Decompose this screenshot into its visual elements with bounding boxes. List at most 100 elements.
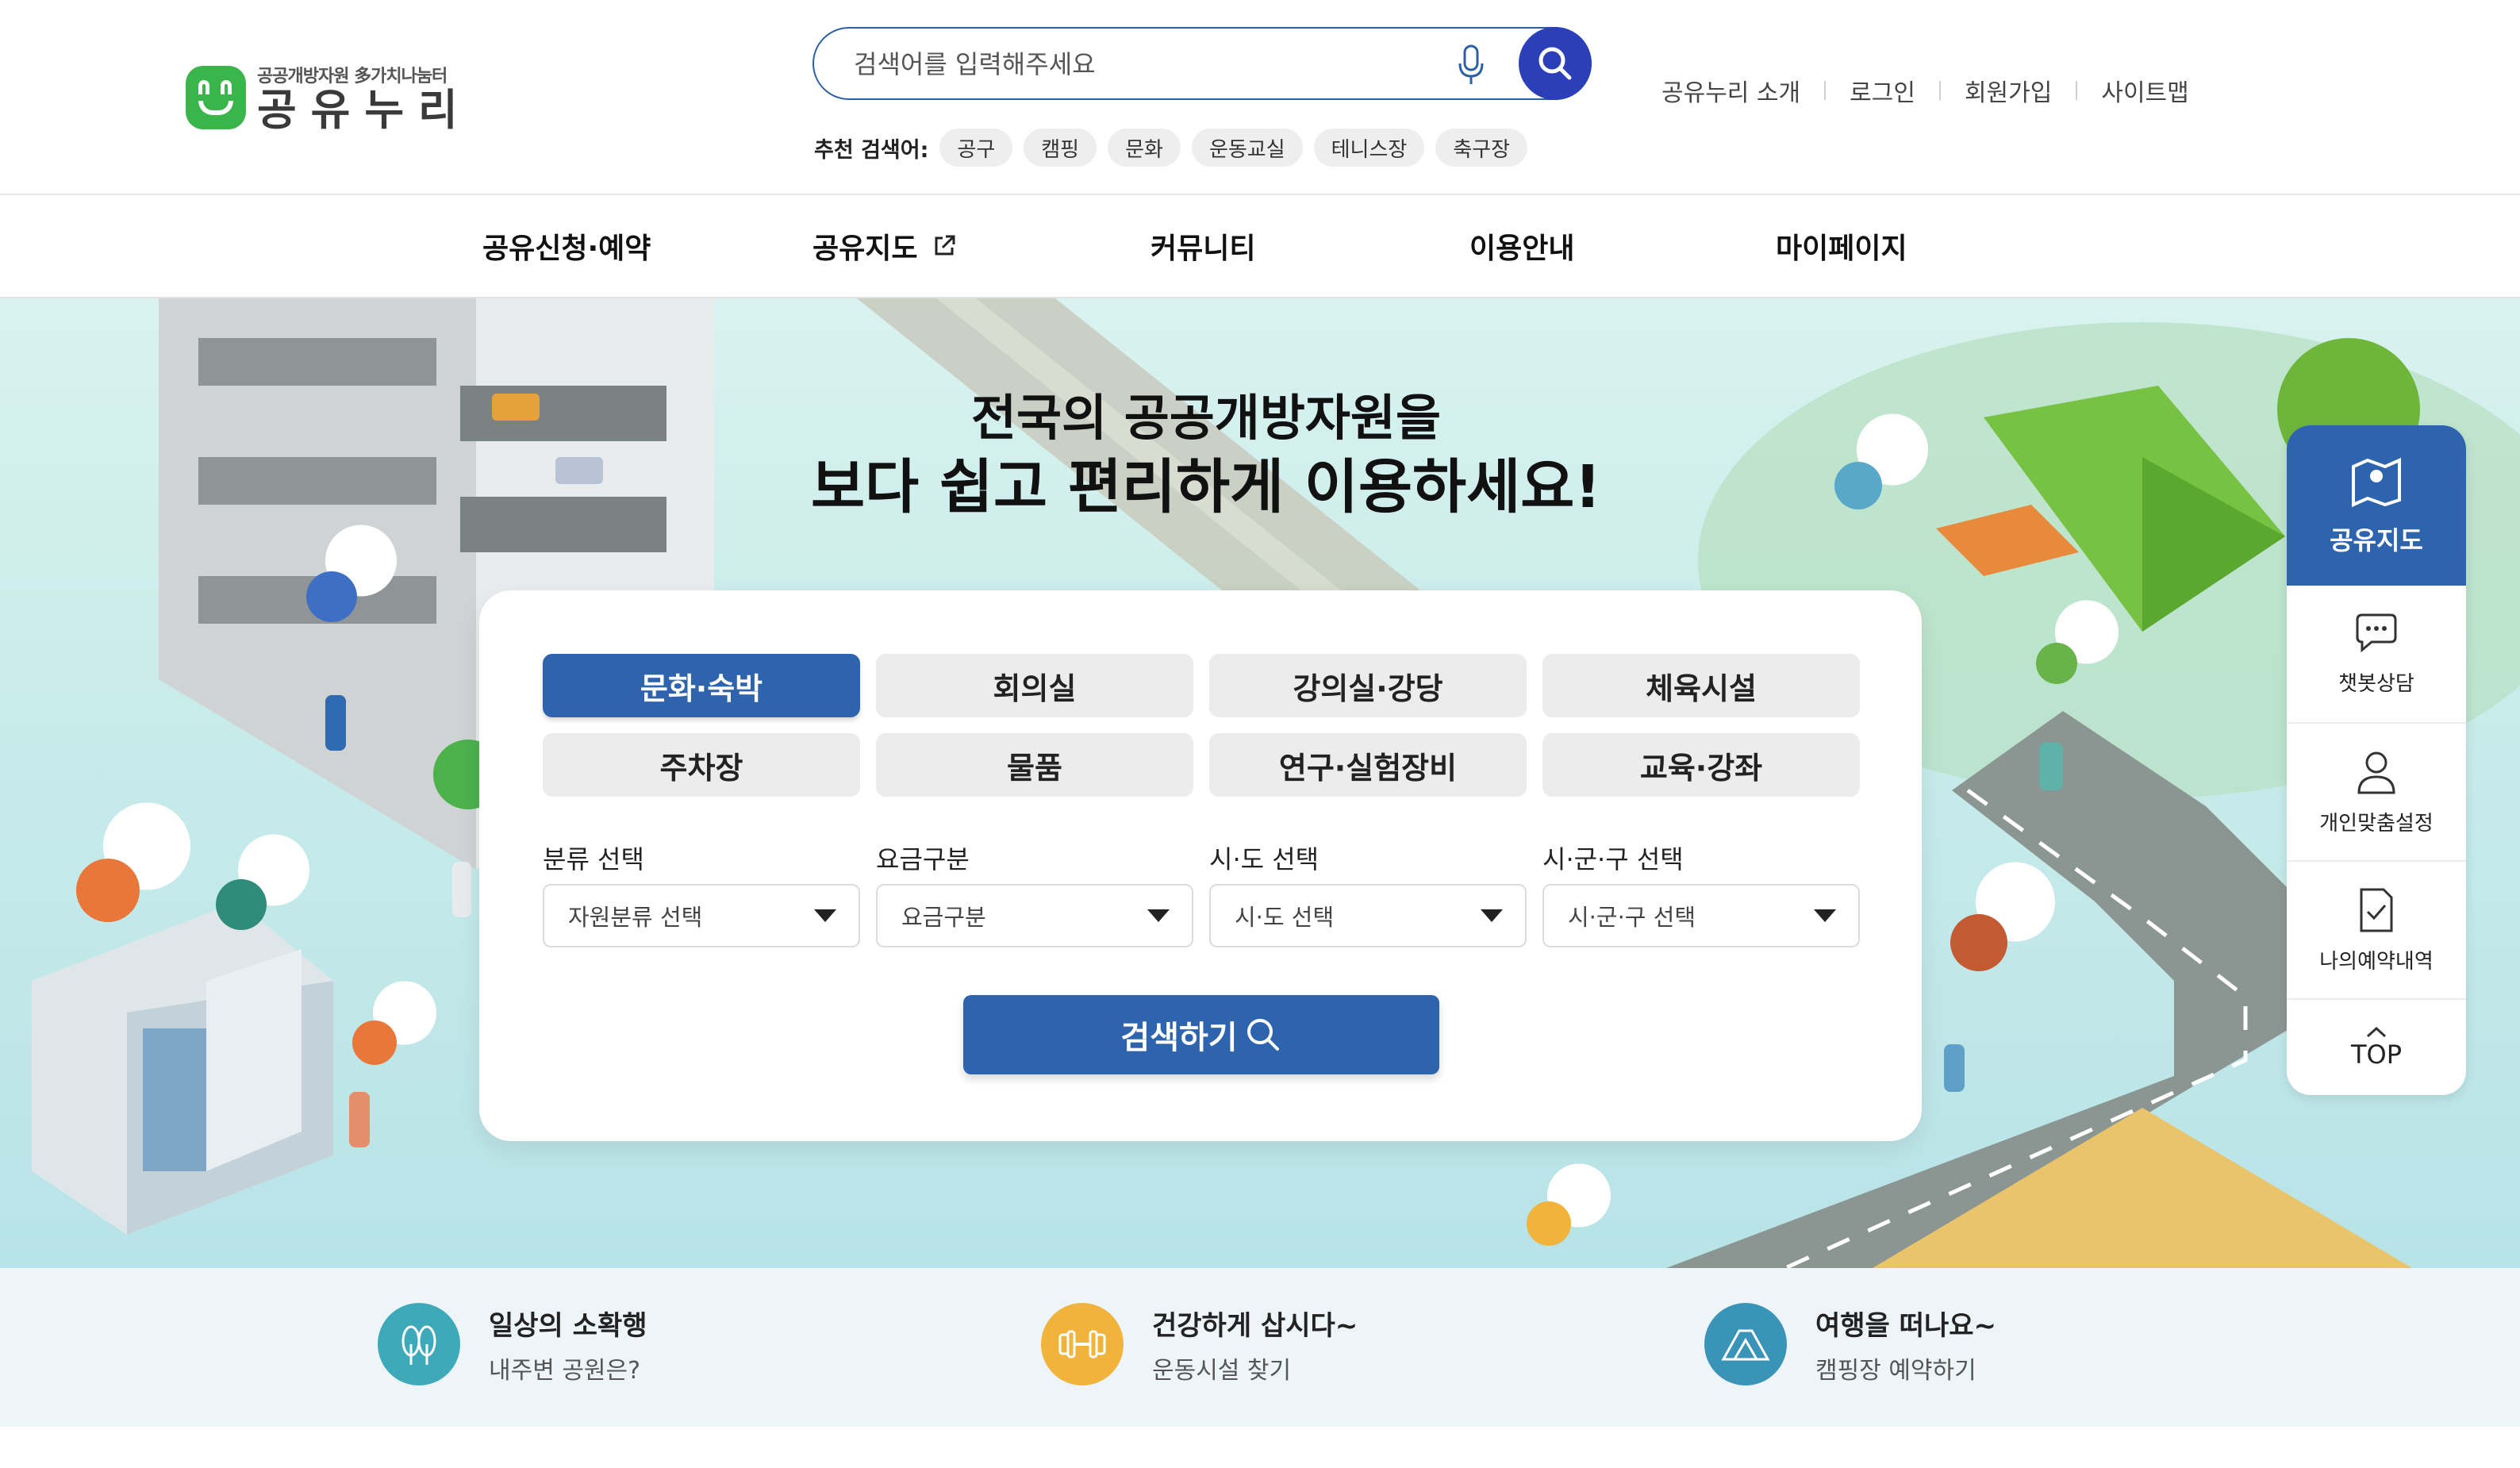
promo-subtitle: 내주변 공원은?	[489, 1356, 641, 1385]
filter-label: 시·군·구 선택	[1542, 844, 1684, 874]
submit-label: 검색하기	[1120, 1020, 1238, 1056]
filter-fee: 요금구분 요금구분	[876, 840, 1193, 947]
promo-subtitle: 캠핑장 예약하기	[1815, 1356, 1976, 1385]
nav-label: 공유지도	[812, 232, 918, 265]
promo-subtitle: 운동시설 찾기	[1152, 1356, 1292, 1385]
util-link-about[interactable]: 공유누리 소개	[1661, 73, 1800, 108]
search-box	[812, 27, 1592, 100]
chat-icon	[2356, 613, 2397, 652]
filter-category: 분류 선택 자원분류 선택	[543, 840, 860, 947]
category-lecture-hall[interactable]: 강의실·강당	[1209, 654, 1527, 717]
caret-down-icon	[1147, 909, 1170, 922]
select-value: 자원분류 선택	[568, 904, 703, 931]
keyword-chip[interactable]: 축구장	[1435, 129, 1528, 167]
district-select[interactable]: 시·군·구 선택	[1542, 884, 1860, 947]
nav-item-map[interactable]: 공유지도	[812, 225, 957, 267]
map-icon	[2352, 457, 2401, 508]
filter-district: 시·군·구 선택 시·군·구 선택	[1542, 840, 1860, 947]
site-logo[interactable]: 공공개방자원 多가치나눔터 공유누리	[186, 62, 472, 133]
hero-title-line1: 전국의 공공개방자원을	[971, 389, 1441, 447]
util-link-signup[interactable]: 회원가입	[1965, 73, 2052, 108]
province-select[interactable]: 시·도 선택	[1209, 884, 1527, 947]
category-tabs: 문화·숙박 회의실 강의실·강당 체육시설 주차장 물품 연구·실험장비 교육·…	[543, 654, 1860, 797]
caret-down-icon	[814, 909, 836, 922]
scroll-top-button[interactable]: TOP	[2287, 1000, 2466, 1095]
quick-label: 나의예약내역	[2319, 949, 2434, 974]
logo-text: 공공개방자원 多가치나눔터 공유누리	[257, 62, 472, 133]
search-input[interactable]	[854, 44, 1409, 84]
promo-title: 일상의 소확행	[489, 1309, 647, 1342]
category-parking[interactable]: 주차장	[543, 733, 860, 797]
microphone-icon[interactable]	[1455, 43, 1487, 87]
recommended-keywords: 추천 검색어: 공구 캠핑 문화 운동교실 테니스장 축구장	[814, 129, 1539, 167]
nav-item-mypage[interactable]: 마이페이지	[1776, 225, 1907, 267]
caret-down-icon	[1481, 909, 1503, 922]
caret-down-icon	[1814, 909, 1836, 922]
filter-label: 요금구분	[876, 844, 970, 874]
quick-item-personal-settings[interactable]: 개인맞춤설정	[2287, 724, 2466, 862]
nav-label: 이용안내	[1469, 232, 1575, 265]
divider	[2076, 81, 2078, 100]
quick-item-share-map[interactable]: 공유지도	[2287, 425, 2466, 586]
keyword-chip[interactable]: 문화	[1108, 129, 1181, 167]
category-culture-lodging[interactable]: 문화·숙박	[543, 654, 860, 717]
park-icon	[378, 1303, 460, 1385]
category-research-equipment[interactable]: 연구·실험장비	[1209, 733, 1527, 797]
promo-strip: 일상의 소확행 내주변 공원은? 건강하게 삽시다~ 운동시설 찾기 여행을 떠…	[0, 1268, 2520, 1427]
divider	[1938, 81, 1941, 100]
search-button[interactable]	[1519, 27, 1592, 100]
category-education[interactable]: 교육·강좌	[1542, 733, 1860, 797]
promo-camping[interactable]: 여행을 떠나요~ 캠핑장 예약하기	[1704, 1303, 1996, 1385]
top-label: TOP	[2350, 1040, 2403, 1070]
filter-label: 시·도 선택	[1209, 844, 1320, 874]
logo-subtitle: 공공개방자원 多가치나눔터	[257, 67, 448, 86]
nav-label: 공유신청·예약	[482, 232, 651, 265]
quick-item-chatbot[interactable]: 챗봇상담	[2287, 586, 2466, 724]
search-filters: 분류 선택 자원분류 선택 요금구분 요금구분 시·도 선택 시·도 선택 시·…	[543, 840, 1860, 947]
select-value: 시·도 선택	[1235, 904, 1335, 931]
promo-park[interactable]: 일상의 소확행 내주변 공원은?	[378, 1303, 647, 1385]
nav-item-guide[interactable]: 이용안내	[1469, 225, 1574, 267]
quick-label: 챗봇상담	[2338, 671, 2414, 696]
nav-label: 커뮤니티	[1151, 232, 1256, 265]
search-icon	[1539, 47, 1572, 80]
promo-title: 건강하게 삽시다~	[1152, 1309, 1358, 1342]
tent-icon	[1704, 1303, 1787, 1385]
resource-search-button[interactable]: 검색하기	[963, 995, 1439, 1074]
select-value: 시·군·구 선택	[1568, 904, 1696, 931]
resource-search-panel: 문화·숙박 회의실 강의실·강당 체육시설 주차장 물품 연구·실험장비 교육·…	[479, 590, 1922, 1141]
main-nav: 공유신청·예약 공유지도 커뮤니티 이용안내 마이페이지	[0, 195, 2520, 298]
external-link-icon	[935, 235, 955, 256]
category-goods[interactable]: 물품	[876, 733, 1193, 797]
promo-title: 여행을 떠나요~	[1815, 1309, 1997, 1342]
keyword-chip[interactable]: 운동교실	[1191, 129, 1303, 167]
search-icon	[1247, 1019, 1279, 1051]
select-value: 요금구분	[901, 904, 986, 931]
category-meeting-room[interactable]: 회의실	[876, 654, 1193, 717]
hero-section: 전국의 공공개방자원을 보다 쉽고 편리하게 이용하세요! 문화·숙박 회의실 …	[0, 298, 2520, 1268]
quick-item-my-reservations[interactable]: 나의예약내역	[2287, 862, 2466, 1000]
util-link-sitemap[interactable]: 사이트맵	[2101, 73, 2188, 108]
nav-label: 마이페이지	[1776, 232, 1907, 265]
checklist-icon	[2360, 888, 2393, 932]
quick-menu: 공유지도 챗봇상담 개인맞춤설정 나의예약내역 TOP	[2287, 425, 2466, 1095]
keyword-chip[interactable]: 공구	[939, 129, 1013, 167]
dumbbell-icon	[1041, 1303, 1124, 1385]
hero-title: 전국의 공공개방자원을 보다 쉽고 편리하게 이용하세요!	[0, 386, 2412, 524]
nav-item-community[interactable]: 커뮤니티	[1151, 225, 1255, 267]
keyword-chip[interactable]: 캠핑	[1024, 129, 1097, 167]
nav-item-reservation[interactable]: 공유신청·예약	[482, 225, 651, 267]
promo-exercise[interactable]: 건강하게 삽시다~ 운동시설 찾기	[1041, 1303, 1358, 1385]
recommend-label: 추천 검색어:	[814, 137, 929, 163]
category-select[interactable]: 자원분류 선택	[543, 884, 860, 947]
category-sports-facility[interactable]: 체육시설	[1542, 654, 1860, 717]
util-link-login[interactable]: 로그인	[1850, 73, 1915, 108]
chevron-up-icon	[2366, 1026, 2387, 1038]
filter-province: 시·도 선택 시·도 선택	[1209, 840, 1527, 947]
quick-label: 개인맞춤설정	[2319, 811, 2434, 836]
fee-select[interactable]: 요금구분	[876, 884, 1193, 947]
hero-title-line2: 보다 쉽고 편리하게 이용하세요!	[810, 453, 1602, 521]
divider	[1824, 81, 1827, 100]
filter-label: 분류 선택	[543, 844, 644, 874]
keyword-chip[interactable]: 테니스장	[1313, 129, 1425, 167]
